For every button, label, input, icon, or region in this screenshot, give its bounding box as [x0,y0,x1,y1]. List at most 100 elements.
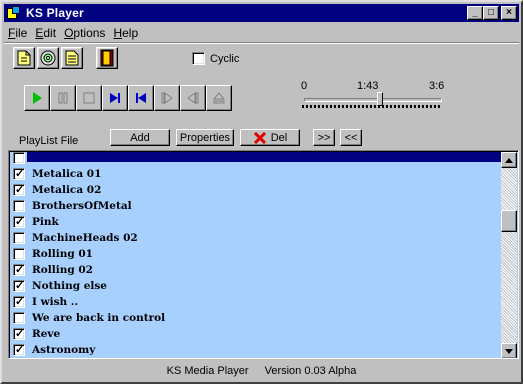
scroll-up-button[interactable] [501,152,517,168]
time-start: 0 [301,80,308,92]
previous-button[interactable] [128,85,154,111]
scroll-thumb[interactable] [501,210,517,232]
list-item[interactable]: ✓ Rolling 02 [10,262,502,278]
list-item[interactable]: BrothersOfMetal [10,198,502,214]
notes-button[interactable] [61,47,83,69]
eject-button[interactable] [206,85,232,111]
maximize-button[interactable]: □ [483,6,499,20]
title-bar[interactable]: KS Player _ □ × [4,4,519,22]
add-button-label: Add [130,131,150,144]
cyclic-option[interactable]: Cyclic [192,52,239,65]
menu-help[interactable]: Help [109,26,142,40]
playlist-list[interactable]: ✓ Metalica 01 ✓ Metalica 02 BrothersOfMetal ✓… [8,150,519,359]
status-version: Version 0.03 Alpha [264,365,357,377]
properties-button[interactable]: Properties [176,129,234,146]
menu-edit[interactable]: Edit [31,26,60,40]
list-item-label: Reve [32,328,61,340]
play-button[interactable] [24,85,50,111]
menu-options[interactable]: Options [60,26,109,40]
list-item-label: MachineHeads 02 [32,232,138,244]
window-title: KS Player [26,6,84,20]
play-icon [33,92,42,104]
app-icon[interactable] [6,5,22,21]
move-forward-button[interactable]: >> [313,129,335,146]
list-item-label: We are back in control [32,312,166,324]
menu-options-label: Options [64,26,106,40]
menu-file[interactable]: File [4,26,31,40]
add-button[interactable]: Add [110,129,170,146]
item-checkbox[interactable]: ✓ [13,264,25,276]
item-checkbox[interactable] [13,232,25,244]
pause-icon [58,92,68,104]
close-icon: × [506,7,512,18]
exit-button[interactable] [96,47,118,69]
item-checkbox[interactable] [13,312,25,324]
move-back-label: << [344,131,358,144]
minimize-button[interactable]: _ [467,6,483,20]
item-checkbox[interactable] [13,152,25,164]
menu-help-label: Help [113,26,139,40]
checkmark-icon: ✓ [15,264,25,276]
list-item[interactable]: MachineHeads 02 [10,230,502,246]
cyclic-checkbox[interactable] [192,52,205,65]
list-item[interactable]: We are back in control [10,310,502,326]
item-checkbox[interactable] [13,248,25,260]
item-checkbox[interactable]: ✓ [13,280,25,292]
previous-icon [136,93,146,103]
status-bar: KS Media Player Version 0.03 Alpha [4,362,519,380]
stop-button[interactable] [76,85,102,111]
checkmark-icon: ✓ [15,328,25,340]
playlist-scrollbar[interactable] [501,152,517,358]
app-window: KS Player _ □ × File Edit Options Help C… [0,0,523,384]
menu-file-label: File [8,26,28,40]
delete-button[interactable]: Del [240,129,300,146]
new-file-icon [17,50,31,66]
item-checkbox[interactable] [13,200,25,212]
item-checkbox[interactable]: ✓ [13,344,25,356]
scroll-down-button[interactable] [501,343,517,358]
list-item[interactable]: ✓ Nothing else [10,278,502,294]
seek-slider-ticks [302,105,442,108]
seek-slider-track[interactable] [304,98,442,102]
checkmark-icon: ✓ [15,184,25,196]
transport-controls [24,85,232,111]
item-checkbox[interactable]: ✓ [13,296,25,308]
new-file-button[interactable] [13,47,35,69]
list-item[interactable]: Rolling 01 [10,246,502,262]
list-item[interactable]: ✓ I wish .. [10,294,502,310]
close-button[interactable]: × [501,6,517,20]
step-forward-button[interactable] [154,85,180,111]
list-item[interactable]: ✓ Metalica 02 [10,182,502,198]
item-checkbox[interactable]: ✓ [13,168,25,180]
stop-icon [83,92,95,104]
delete-button-label: Del [270,131,288,144]
list-item[interactable]: ✓ Metalica 01 [10,166,502,182]
checkmark-icon: ✓ [15,344,25,356]
pause-button[interactable] [50,85,76,111]
checkmark-icon: ✓ [15,296,25,308]
item-checkbox[interactable]: ✓ [13,184,25,196]
time-current: 1:43 [357,80,379,92]
scroll-down-icon [505,348,513,354]
move-back-button[interactable]: << [340,129,362,146]
list-item-label: Rolling 02 [32,264,93,276]
scroll-up-icon [505,157,513,163]
item-checkbox[interactable]: ✓ [13,216,25,228]
step-back-button[interactable] [180,85,206,111]
list-item-label: Nothing else [32,280,107,292]
item-checkbox[interactable]: ✓ [13,328,25,340]
exit-door-icon [100,49,114,67]
list-item[interactable]: ✓ Pink [10,214,502,230]
minimize-icon: _ [472,7,478,18]
list-item-label: Metalica 01 [32,168,102,180]
menu-bar: File Edit Options Help [4,24,142,42]
list-item[interactable]: ✓ Astronomy [10,342,502,358]
list-item[interactable] [10,152,502,166]
next-button[interactable] [102,85,128,111]
properties-button-label: Properties [179,131,231,144]
step-forward-icon [161,92,173,104]
cd-button[interactable] [37,47,59,69]
list-item[interactable]: ✓ Reve [10,326,502,342]
seek-slider-thumb[interactable] [377,92,383,106]
time-end: 3:6 [429,80,445,92]
